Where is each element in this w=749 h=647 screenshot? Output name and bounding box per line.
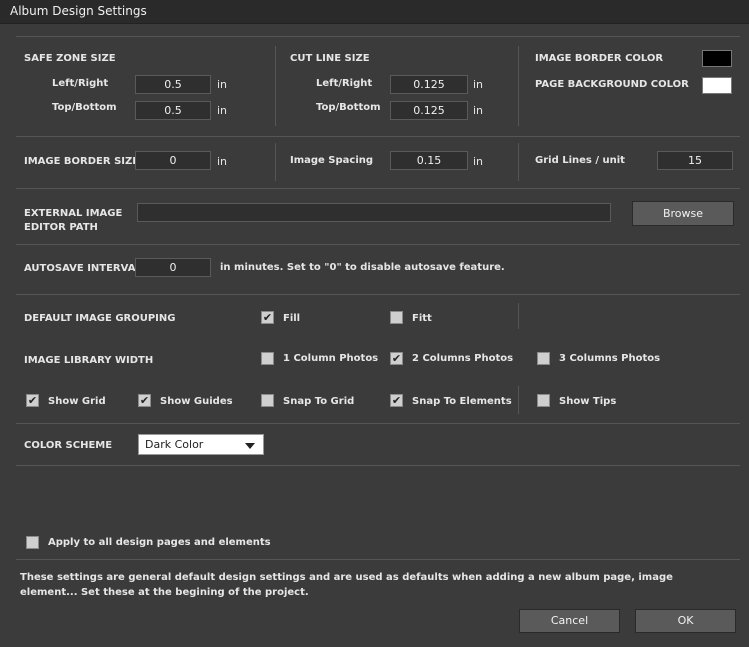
divider [16,294,740,295]
safe-zone-top-bottom-label: Top/Bottom [52,102,117,113]
grid-lines-label: Grid Lines / unit [535,155,625,166]
show-guides-checkbox[interactable] [138,394,151,407]
divider [518,386,519,414]
image-border-color-label: IMAGE BORDER COLOR [535,53,664,64]
safe-zone-heading: SAFE ZONE SIZE [24,53,116,64]
divider [16,136,740,137]
browse-button[interactable]: Browse [632,201,734,226]
divider [275,46,276,126]
autosave-input[interactable] [135,258,211,277]
show-guides-label: Show Guides [160,396,233,407]
chevron-down-icon [245,443,255,449]
fill-label: Fill [283,313,301,324]
color-scheme-selected-value: Dark Color [145,438,204,451]
fill-checkbox[interactable] [261,311,274,324]
show-tips-checkbox[interactable] [537,394,550,407]
two-columns-label: 2 Columns Photos [412,353,514,364]
image-spacing-label: Image Spacing [290,155,374,166]
fitt-checkbox[interactable] [390,311,403,324]
cut-line-top-bottom-label: Top/Bottom [316,102,381,113]
color-scheme-label: COLOR SCHEME [24,440,113,451]
grid-lines-input[interactable] [657,151,733,170]
divider [275,143,276,181]
autosave-label: AUTOSAVE INTERVAL [24,263,142,274]
image-border-size-input[interactable] [135,151,211,170]
color-scheme-select[interactable]: Dark Color [138,434,264,455]
ok-button[interactable]: OK [635,609,736,633]
default-grouping-label: DEFAULT IMAGE GROUPING [24,313,176,324]
divider [16,465,740,466]
cut-line-top-bottom-input[interactable] [390,101,468,120]
cancel-button[interactable]: Cancel [519,609,620,633]
image-spacing-input[interactable] [390,151,468,170]
image-border-size-unit: in [217,155,228,168]
external-editor-label-line1: EXTERNAL IMAGE [24,208,123,219]
snap-to-elements-label: Snap To Elements [412,396,512,407]
cut-line-left-right-label: Left/Right [316,78,373,89]
show-grid-label: Show Grid [48,396,106,407]
snap-to-grid-checkbox[interactable] [261,394,274,407]
divider [16,559,740,560]
image-spacing-unit: in [473,155,484,168]
three-columns-label: 3 Columns Photos [559,353,661,364]
two-columns-checkbox[interactable] [390,352,403,365]
cut-line-left-right-unit: in [473,78,484,91]
autosave-note: in minutes. Set to "0" to disable autosa… [220,262,505,273]
title-bar: Album Design Settings [0,0,749,24]
divider [16,36,740,37]
divider [518,46,519,126]
page-background-color-label: PAGE BACKGROUND COLOR [535,79,689,90]
safe-zone-top-bottom-unit: in [217,104,228,117]
footer-note: These settings are general default desig… [20,572,673,598]
image-border-size-label: IMAGE BORDER SIZE [24,156,140,167]
show-grid-checkbox[interactable] [26,394,39,407]
one-column-label: 1 Column Photos [283,353,379,364]
show-tips-label: Show Tips [559,396,617,407]
snap-to-elements-checkbox[interactable] [390,394,403,407]
apply-to-all-label: Apply to all design pages and elements [48,537,271,548]
divider [16,423,740,424]
one-column-checkbox[interactable] [261,352,274,365]
three-columns-checkbox[interactable] [537,352,550,365]
divider [518,143,519,181]
image-border-color-swatch[interactable] [702,50,732,67]
safe-zone-top-bottom-input[interactable] [135,101,211,120]
safe-zone-left-right-unit: in [217,78,228,91]
fitt-label: Fitt [412,313,432,324]
window-title: Album Design Settings [10,4,147,18]
cut-line-heading: CUT LINE SIZE [290,53,370,64]
external-editor-path-input[interactable] [137,203,611,222]
safe-zone-left-right-input[interactable] [135,75,211,94]
divider [16,244,740,245]
snap-to-grid-label: Snap To Grid [283,396,355,407]
safe-zone-left-right-label: Left/Right [52,78,109,89]
external-editor-label-line2: EDITOR PATH [24,222,98,233]
cut-line-left-right-input[interactable] [390,75,468,94]
cut-line-top-bottom-unit: in [473,104,484,117]
library-width-label: IMAGE LIBRARY WIDTH [24,355,154,366]
apply-to-all-checkbox[interactable] [26,536,39,549]
divider [518,303,519,329]
page-background-color-swatch[interactable] [702,77,732,94]
divider [16,188,740,189]
